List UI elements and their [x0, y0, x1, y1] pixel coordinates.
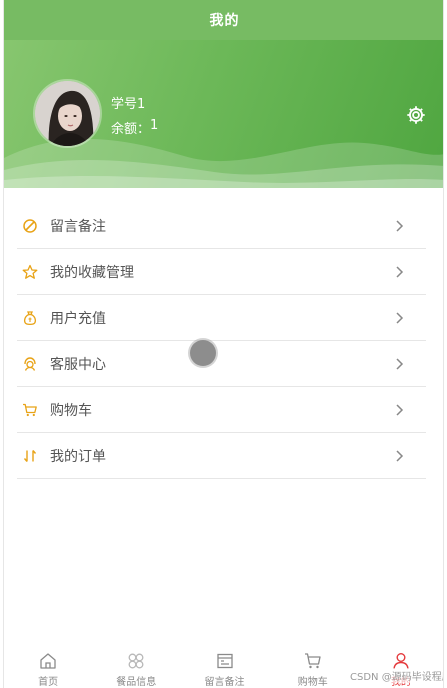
chevron-right-icon: [396, 449, 404, 462]
menu-item-label: 购物车: [50, 402, 92, 419]
tab-cart[interactable]: 购物车: [269, 644, 357, 688]
menu-item-cart[interactable]: 购物车: [17, 387, 426, 433]
chevron-right-icon: [396, 311, 404, 324]
menu-item-label: 我的收藏管理: [50, 264, 134, 281]
watermark: CSDN @源码毕设程序: [350, 668, 443, 683]
menu-item-message-notes[interactable]: 留言备注: [17, 203, 426, 249]
app-frame: 我的 学号1 余额： 1 留言备注 我的收藏管理 用户充值 客服中心 购物车 我…: [3, 0, 444, 688]
title-bar: 我的: [4, 0, 443, 40]
menu-item-favorites[interactable]: 我的收藏管理: [17, 249, 426, 295]
star-icon: [21, 263, 39, 281]
profile-header: 学号1 余额： 1: [4, 40, 443, 188]
menu-item-label: 留言备注: [50, 218, 106, 235]
menu-item-label: 用户充值: [50, 310, 106, 327]
menu-item-customer-service[interactable]: 客服中心: [17, 341, 426, 387]
clover-icon: [128, 653, 144, 669]
balance-row: 余额： 1: [111, 118, 158, 137]
user-name: 学号1: [111, 97, 146, 112]
chevron-right-icon: [396, 219, 404, 232]
tab-home[interactable]: 首页: [4, 644, 92, 688]
money-bag-icon: [21, 309, 39, 327]
tab-message-notes[interactable]: 留言备注: [180, 644, 268, 688]
menu-item-orders[interactable]: 我的订单: [17, 433, 426, 479]
menu-item-label: 客服中心: [50, 356, 106, 373]
chevron-right-icon: [396, 357, 404, 370]
menu-item-recharge[interactable]: 用户充值: [17, 295, 426, 341]
chevron-right-icon: [396, 403, 404, 416]
balance-label: 余额：: [111, 122, 151, 137]
settings-gear-icon[interactable]: [405, 104, 427, 126]
customer-service-icon: [21, 355, 39, 373]
cart-icon: [21, 401, 39, 419]
menu-item-label: 我的订单: [50, 448, 106, 465]
touch-indicator: [190, 340, 216, 366]
cart-icon: [304, 653, 321, 669]
menu-list: 留言备注 我的收藏管理 用户充值 客服中心 购物车 我的订单: [17, 203, 426, 479]
tab-label: 餐品信息: [116, 677, 157, 688]
tab-label: 购物车: [297, 677, 328, 688]
message-board-icon: [216, 653, 233, 669]
edit-icon: [21, 217, 39, 235]
order-sort-icon: [21, 447, 39, 465]
page-title: 我的: [209, 13, 240, 29]
balance-value: 1: [150, 118, 159, 133]
tab-label: 首页: [38, 677, 59, 688]
chevron-right-icon: [396, 265, 404, 278]
tab-label: 留言备注: [204, 677, 245, 688]
avatar[interactable]: [33, 79, 102, 148]
tab-food-info[interactable]: 餐品信息: [92, 644, 180, 688]
home-icon: [40, 653, 56, 669]
